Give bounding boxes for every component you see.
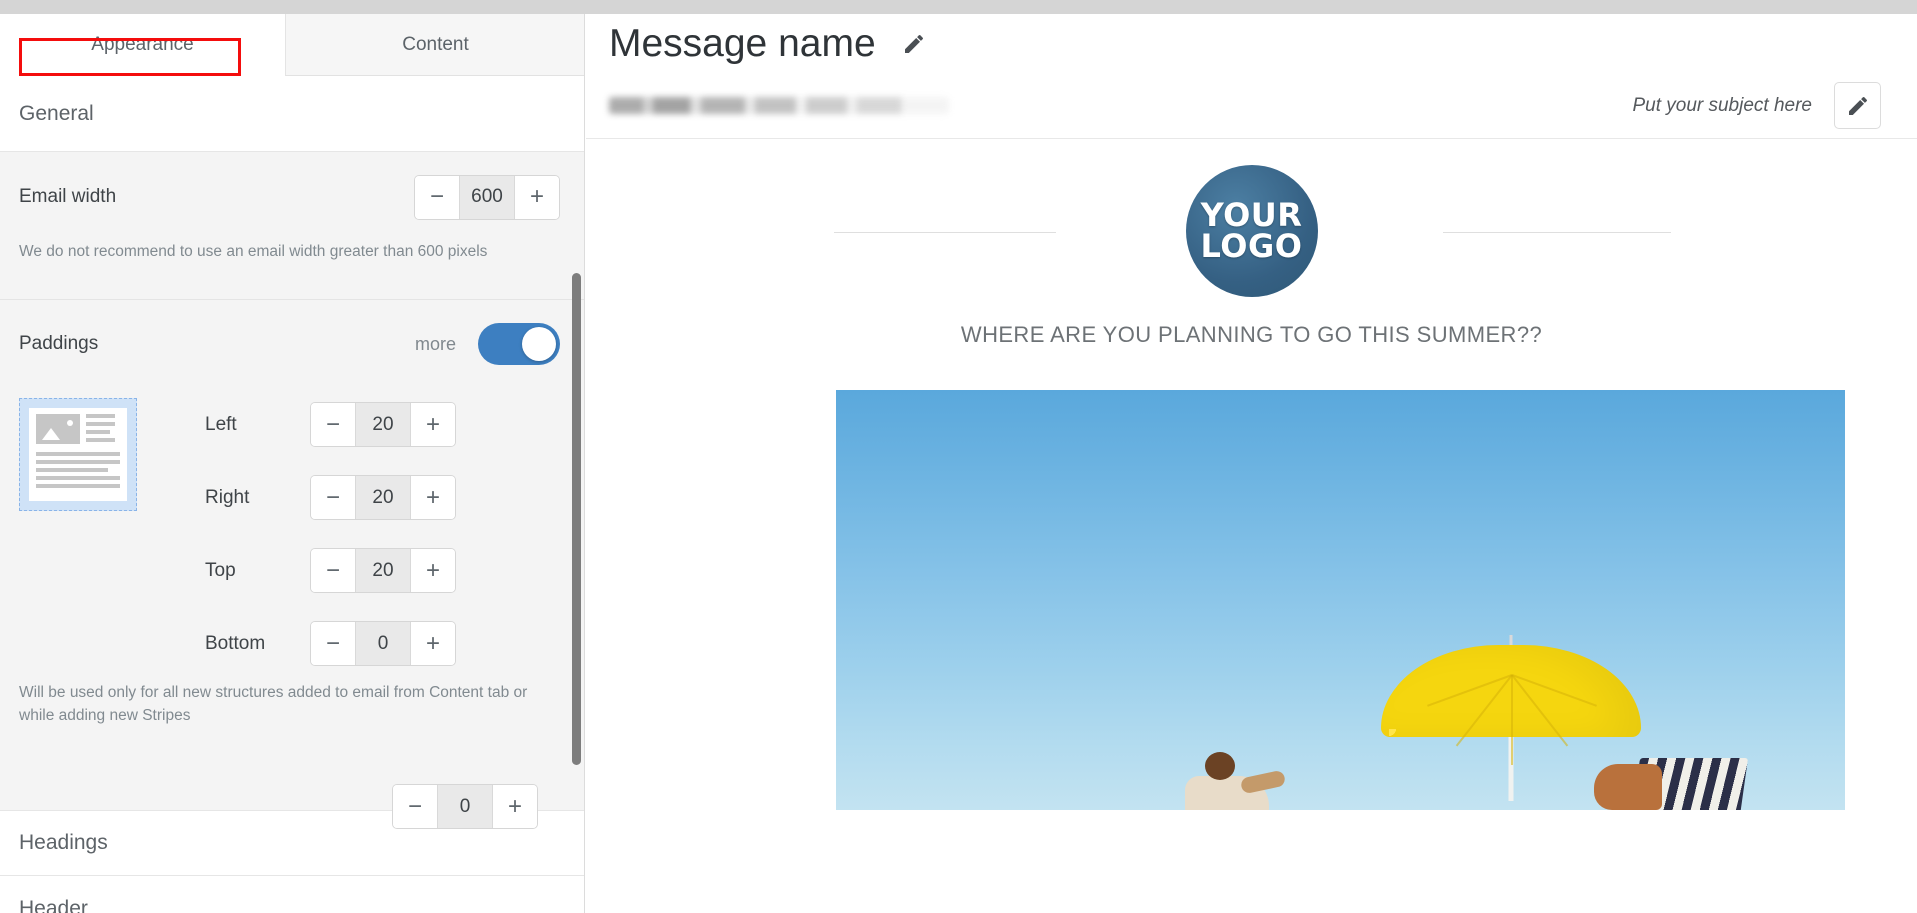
padding-top-stepper[interactable]: − 20 + — [310, 548, 456, 594]
row-padding-right: Right − 20 + — [160, 461, 560, 534]
chair-occupant — [1594, 764, 1663, 810]
sender-address-redacted — [609, 97, 949, 114]
umbrella-canopy — [1380, 644, 1641, 765]
section-general-label: General — [19, 101, 94, 125]
section-header-general[interactable]: General — [0, 76, 584, 152]
padding-bottom-decrement-button[interactable]: − — [311, 622, 355, 666]
peek-increment-button[interactable]: + — [493, 785, 537, 828]
padding-left-label: Left — [205, 413, 237, 435]
email-preview-canvas[interactable]: YOUR LOGO WHERE ARE YOU PLANNING TO GO T… — [586, 140, 1917, 913]
thumbnail-body-lines — [36, 446, 120, 489]
padding-left-value[interactable]: 20 — [355, 403, 411, 447]
email-headline[interactable]: WHERE ARE YOU PLANNING TO GO THIS SUMMER… — [586, 322, 1917, 390]
subject-edit-button[interactable] — [1834, 82, 1881, 129]
padding-top-increment-button[interactable]: + — [411, 549, 455, 593]
section-headings-label: Headings — [19, 831, 108, 854]
paddings-more-label: more — [414, 333, 456, 354]
paddings-more-toggle-group: more — [414, 323, 560, 366]
settings-scroll-body: Email width − 600 + We do not recommend … — [0, 153, 584, 810]
padding-right-decrement-button[interactable]: − — [311, 476, 355, 520]
padding-top-label: Top — [205, 559, 236, 581]
email-width-increment-button[interactable]: + — [515, 175, 559, 219]
padding-bottom-increment-button[interactable]: + — [411, 622, 455, 666]
pencil-icon[interactable] — [902, 32, 926, 56]
email-hero-image[interactable] — [836, 390, 1845, 810]
padding-bottom-stepper[interactable]: − 0 + — [310, 621, 456, 667]
padding-right-increment-button[interactable]: + — [411, 476, 455, 520]
row-padding-bottom: Bottom − 0 + — [160, 607, 560, 680]
padding-bottom-label: Bottom — [205, 632, 266, 654]
padding-right-label: Right — [205, 486, 250, 508]
email-width-value[interactable]: 600 — [459, 175, 515, 219]
message-header: Message name — [586, 14, 1917, 73]
email-width-decrement-button[interactable]: − — [415, 175, 459, 219]
row-padding-left: Left − 20 + — [160, 388, 560, 461]
toggle-knob — [522, 327, 556, 362]
subject-bar: Put your subject here — [586, 73, 1917, 139]
email-width-stepper[interactable]: − 600 + — [414, 174, 560, 220]
subject-controls: Put your subject here — [1632, 82, 1881, 129]
padding-preview-thumbnail-icon[interactable] — [19, 398, 137, 512]
thumbnail-image-placeholder-icon — [36, 414, 80, 445]
tab-content[interactable]: Content — [285, 14, 584, 76]
padding-top-decrement-button[interactable]: − — [311, 549, 355, 593]
message-editor-pane: Message name Put your subject here YOUR … — [586, 14, 1917, 913]
paddings-more-toggle[interactable] — [478, 323, 560, 366]
beach-person-figure — [1179, 752, 1299, 810]
padding-left-increment-button[interactable]: + — [411, 403, 455, 447]
padding-right-stepper[interactable]: − 20 + — [310, 475, 456, 521]
paddings-hint: Will be used only for all new structures… — [19, 684, 528, 724]
umbrella-fringe — [1379, 728, 1642, 751]
padding-left-decrement-button[interactable]: − — [311, 403, 355, 447]
row-paddings: Paddings more — [0, 300, 584, 388]
row-email-width: Email width − 600 + — [0, 153, 584, 241]
peek-decrement-button[interactable]: − — [393, 785, 437, 828]
tab-appearance-label: Appearance — [91, 33, 194, 55]
peek-value[interactable]: 0 — [437, 785, 493, 828]
settings-sidebar: Appearance Content General Email width −… — [0, 14, 585, 913]
window-top-band — [0, 0, 1917, 14]
padding-field-list: Left − 20 + Right − 20 + Top − 20 + Bott… — [160, 388, 560, 680]
section-header-label: Header — [19, 896, 88, 913]
padding-right-value[interactable]: 20 — [355, 476, 411, 520]
sidebar-scrollbar-track[interactable] — [570, 139, 584, 839]
email-width-label: Email width — [19, 186, 117, 207]
paddings-label: Paddings — [19, 333, 99, 355]
section-header-header[interactable]: Header — [0, 876, 584, 913]
pencil-icon — [1846, 94, 1870, 118]
tab-content-label: Content — [402, 33, 469, 55]
person-head — [1205, 752, 1236, 780]
thumbnail-side-lines — [86, 414, 120, 443]
email-logo-stripe[interactable]: YOUR LOGO — [586, 140, 1917, 322]
padding-bottom-value[interactable]: 0 — [355, 622, 411, 666]
subject-placeholder-text: Put your subject here — [1632, 94, 1812, 116]
thumbnail-sheet — [29, 408, 127, 502]
padding-left-stepper[interactable]: − 20 + — [310, 402, 456, 448]
divider-line-right — [1443, 232, 1671, 233]
row-padding-top: Top − 20 + — [160, 534, 560, 607]
sidebar-scrollbar-thumb[interactable] — [572, 273, 581, 765]
message-name-title: Message name — [609, 21, 876, 65]
email-width-hint: We do not recommend to use an email widt… — [19, 243, 488, 260]
paddings-editor: Left − 20 + Right − 20 + Top − 20 + Bott… — [0, 388, 584, 680]
striped-beach-chair — [1594, 750, 1749, 810]
logo-line-2: LOGO — [1200, 227, 1303, 265]
your-logo-badge-icon[interactable]: YOUR LOGO — [1185, 165, 1318, 297]
sidebar-tabs: Appearance Content — [0, 14, 584, 76]
padding-top-value[interactable]: 20 — [355, 549, 411, 593]
divider-line-left — [834, 232, 1056, 233]
tab-appearance[interactable]: Appearance — [0, 14, 285, 76]
partially-visible-stepper[interactable]: − 0 + — [392, 784, 538, 829]
